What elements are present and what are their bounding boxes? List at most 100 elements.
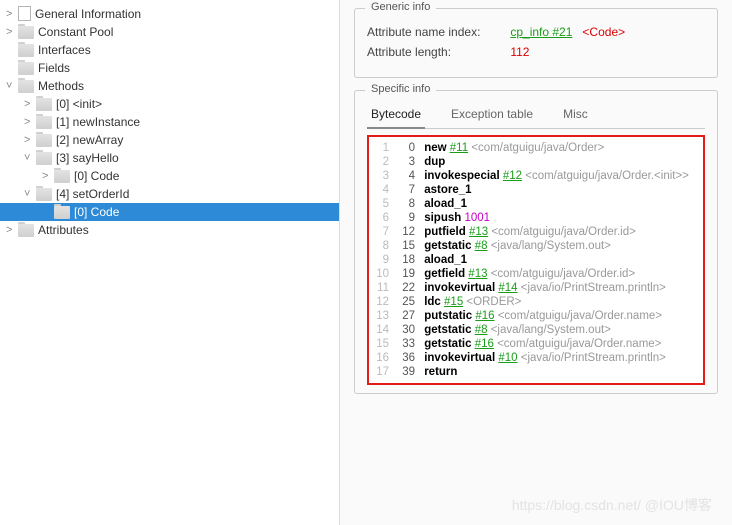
tab-misc[interactable]: Misc [559, 101, 592, 128]
opcode: invokevirtual [424, 352, 495, 364]
bytecode-row: 712 putfield #13 <com/atguigu/java/Order… [375, 225, 697, 239]
opcode: new [424, 142, 446, 154]
tree-item-label: Fields [38, 61, 70, 75]
tree-item[interactable]: > Attributes [0, 221, 339, 239]
tree-item[interactable]: Fields [0, 59, 339, 77]
line-number: 12 [375, 296, 389, 308]
opcode: return [424, 366, 457, 378]
tree-item-label: [2] newArray [56, 133, 123, 147]
opcode-comment: <com/atguigu/java/Order> [471, 142, 604, 154]
tree-item[interactable]: ˅ [3] sayHello [0, 149, 339, 167]
cp-ref-link[interactable]: #16 [475, 310, 494, 322]
tab-exception-table[interactable]: Exception table [447, 101, 537, 128]
tree-item[interactable]: [0] Code [0, 203, 339, 221]
chevron-down-icon[interactable]: ˅ [24, 152, 36, 164]
cp-ref-link[interactable]: #13 [468, 268, 487, 280]
line-number: 1 [375, 142, 389, 154]
chevron-right-icon[interactable]: > [42, 170, 54, 182]
tree-item-label: [1] newInstance [56, 115, 140, 129]
folder-icon [18, 62, 34, 75]
tree-item-label: [0] Code [74, 205, 119, 219]
folder-icon [54, 170, 70, 183]
chevron-right-icon[interactable]: > [6, 8, 18, 20]
byte-offset: 30 [395, 324, 415, 336]
tree-item-label: [4] setOrderId [56, 187, 129, 201]
tree-item[interactable]: > [1] newInstance [0, 113, 339, 131]
line-number: 15 [375, 338, 389, 350]
opcode: dup [424, 156, 445, 168]
specific-info-legend: Specific info [365, 83, 436, 95]
opcode: putfield [424, 226, 466, 238]
tree-item[interactable]: ˅ [4] setOrderId [0, 185, 339, 203]
chevron-down-icon[interactable]: ˅ [24, 188, 36, 200]
chevron-right-icon[interactable]: > [6, 224, 18, 236]
byte-offset: 19 [395, 268, 415, 280]
bytecode-row: 47 astore_1 [375, 183, 697, 197]
bytecode-listing[interactable]: 10 new #11 <com/atguigu/java/Order>23 du… [367, 135, 705, 385]
byte-offset: 22 [395, 282, 415, 294]
cp-info-link[interactable]: cp_info #21 [510, 25, 572, 39]
opcode: getstatic [424, 324, 471, 336]
folder-icon [36, 188, 52, 201]
document-icon [18, 6, 31, 21]
cp-ref-link[interactable]: #13 [469, 226, 488, 238]
byte-offset: 33 [395, 338, 415, 350]
chevron-down-icon[interactable]: ˅ [6, 80, 18, 92]
tree-item[interactable]: >[0] <init> [0, 95, 339, 113]
tree-item-label: Interfaces [38, 43, 91, 57]
folder-icon [36, 98, 52, 111]
tree-item-label: [3] sayHello [56, 151, 119, 165]
byte-offset: 15 [395, 240, 415, 252]
bytecode-row: 1533 getstatic #16 <com/atguigu/java/Ord… [375, 337, 697, 351]
cp-ref-link[interactable]: #8 [475, 240, 488, 252]
byte-offset: 12 [395, 226, 415, 238]
line-number: 16 [375, 352, 389, 364]
folder-icon [18, 80, 34, 93]
bytecode-row: 1225 ldc #15 <ORDER> [375, 295, 697, 309]
line-number: 10 [375, 268, 389, 280]
chevron-right-icon[interactable]: > [6, 26, 18, 38]
cp-ref-link[interactable]: #15 [444, 296, 463, 308]
line-number: 8 [375, 240, 389, 252]
opcode-comment: <com/atguigu/java/Order.name> [498, 310, 662, 322]
attr-length-row: Attribute length: 112 [367, 45, 705, 59]
chevron-right-icon[interactable]: > [24, 134, 36, 146]
specific-info-fieldset: Specific info BytecodeException tableMis… [354, 90, 718, 394]
cp-ref-link[interactable]: #8 [475, 324, 488, 336]
line-number: 6 [375, 212, 389, 224]
chevron-right-icon[interactable]: > [24, 98, 36, 110]
bytecode-row: 1739 return [375, 365, 697, 379]
chevron-right-icon[interactable]: > [24, 116, 36, 128]
opcode-comment: <com/atguigu/java/Order.name> [497, 338, 661, 350]
opcode: sipush [424, 212, 461, 224]
cp-ref-link[interactable]: #14 [498, 282, 517, 294]
tree-item[interactable]: >Constant Pool [0, 23, 339, 41]
generic-info-legend: Generic info [365, 1, 436, 13]
opcode: ldc [424, 296, 441, 308]
cp-ref-link[interactable]: #10 [498, 352, 517, 364]
tree-item[interactable]: ˅Methods [0, 77, 339, 95]
cp-ref-link[interactable]: #11 [450, 142, 468, 154]
folder-icon [36, 116, 52, 129]
tree-item-label: Attributes [38, 223, 89, 237]
watermark: https://blog.csdn.net/ @IOU博客 [512, 495, 712, 515]
bytecode-row: 34 invokespecial #12 <com/atguigu/java/O… [375, 169, 697, 183]
tree-item[interactable]: > [0] Code [0, 167, 339, 185]
generic-info-fieldset: Generic info Attribute name index: cp_in… [354, 8, 718, 78]
opcode-comment: <java/io/PrintStream.println> [521, 282, 666, 294]
tab-bytecode[interactable]: Bytecode [367, 101, 425, 129]
tree-item-label: [0] Code [74, 169, 119, 183]
cp-ref-link[interactable]: #16 [475, 338, 494, 350]
folder-icon [54, 206, 70, 219]
folder-icon [36, 152, 52, 165]
tree-item[interactable]: > General Information [0, 4, 339, 23]
line-number: 3 [375, 170, 389, 182]
tree-item[interactable]: > [2] newArray [0, 131, 339, 149]
bytecode-row: 1019 getfield #13 <com/atguigu/java/Orde… [375, 267, 697, 281]
byte-offset: 3 [395, 156, 415, 168]
tree-item[interactable]: Interfaces [0, 41, 339, 59]
bytecode-row: 1327 putstatic #16 <com/atguigu/java/Ord… [375, 309, 697, 323]
tree-item-label: General Information [35, 7, 141, 21]
cp-ref-link[interactable]: #12 [503, 170, 522, 182]
folder-icon [18, 44, 34, 57]
